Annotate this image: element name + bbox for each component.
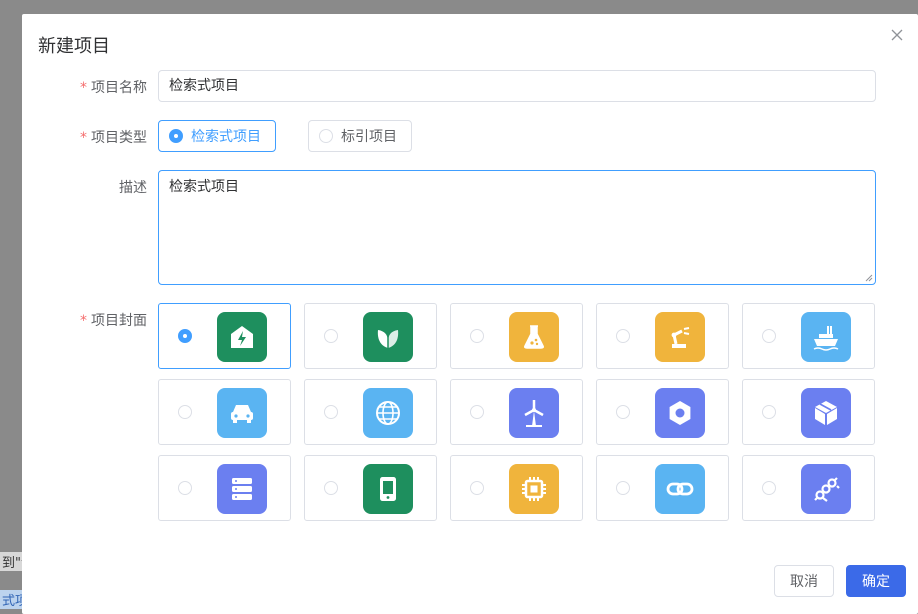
required-mark: * — [80, 313, 87, 329]
type-option-search-label: 检索式项目 — [191, 126, 261, 146]
radio-unselected-icon — [324, 329, 338, 343]
project-cover-label-text: 项目封面 — [91, 313, 147, 329]
link-icon — [655, 464, 705, 514]
new-project-dialog: 新建项目 *项目名称 检索式项目 *项目类型 检索式项目 标引项目 描述 检索式… — [22, 14, 918, 614]
chip-icon — [509, 464, 559, 514]
radio-unselected-icon — [324, 405, 338, 419]
confirm-button[interactable]: 确定 — [846, 565, 906, 597]
pipes-icon — [801, 464, 851, 514]
radio-unselected-icon — [178, 405, 192, 419]
leaf-icon — [363, 312, 413, 362]
robot-arm-icon — [655, 312, 705, 362]
cover-option[interactable] — [450, 455, 583, 521]
project-name-label: *项目名称 — [22, 77, 147, 97]
radio-unselected-icon — [762, 405, 776, 419]
radio-unselected-icon — [616, 481, 630, 495]
cover-option[interactable] — [304, 455, 437, 521]
project-type-label: *项目类型 — [22, 127, 147, 147]
cover-option[interactable] — [596, 379, 729, 445]
radio-unselected-icon — [178, 481, 192, 495]
cover-option[interactable] — [450, 379, 583, 445]
radio-unselected-icon — [762, 329, 776, 343]
description-label: 描述 — [22, 177, 147, 197]
required-mark: * — [80, 80, 87, 96]
car-icon — [217, 388, 267, 438]
cover-option[interactable] — [158, 303, 291, 369]
dialog-title: 新建项目 — [38, 32, 110, 58]
flask-icon — [509, 312, 559, 362]
required-mark: * — [80, 130, 87, 146]
radio-unselected-icon — [319, 129, 333, 143]
type-option-search[interactable]: 检索式项目 — [158, 120, 276, 152]
radio-selected-icon — [169, 129, 183, 143]
radio-unselected-icon — [470, 405, 484, 419]
radio-unselected-icon — [470, 481, 484, 495]
cover-option[interactable] — [742, 455, 875, 521]
hex-nut-icon — [655, 388, 705, 438]
cover-option[interactable] — [596, 455, 729, 521]
radio-unselected-icon — [324, 481, 338, 495]
radio-unselected-icon — [616, 405, 630, 419]
type-option-index[interactable]: 标引项目 — [308, 120, 412, 152]
cover-option[interactable] — [742, 379, 875, 445]
radio-unselected-icon — [616, 329, 630, 343]
cover-option[interactable] — [304, 379, 437, 445]
radio-unselected-icon — [762, 481, 776, 495]
radio-selected-icon — [178, 329, 192, 343]
radio-unselected-icon — [470, 329, 484, 343]
ship-icon — [801, 312, 851, 362]
resize-handle-icon[interactable] — [865, 274, 873, 282]
project-name-label-text: 项目名称 — [91, 80, 147, 96]
tablet-icon — [363, 464, 413, 514]
cover-option[interactable] — [596, 303, 729, 369]
cover-option[interactable] — [158, 455, 291, 521]
cover-option[interactable] — [304, 303, 437, 369]
project-name-input[interactable]: 检索式项目 — [158, 70, 876, 102]
wind-turbine-icon — [509, 388, 559, 438]
project-cover-label: *项目封面 — [22, 310, 147, 330]
type-option-index-label: 标引项目 — [341, 126, 397, 146]
cover-option[interactable] — [158, 379, 291, 445]
cover-grid — [158, 303, 875, 521]
globe-icon — [363, 388, 413, 438]
cover-option[interactable] — [742, 303, 875, 369]
close-icon — [890, 28, 904, 42]
server-icon — [217, 464, 267, 514]
description-value: 检索式项目 — [169, 179, 239, 195]
project-type-label-text: 项目类型 — [91, 130, 147, 146]
cancel-button[interactable]: 取消 — [774, 565, 834, 597]
house-energy-icon — [217, 312, 267, 362]
cover-option[interactable] — [450, 303, 583, 369]
description-textarea[interactable]: 检索式项目 — [158, 170, 876, 285]
cube-icon — [801, 388, 851, 438]
close-button[interactable] — [890, 28, 904, 42]
